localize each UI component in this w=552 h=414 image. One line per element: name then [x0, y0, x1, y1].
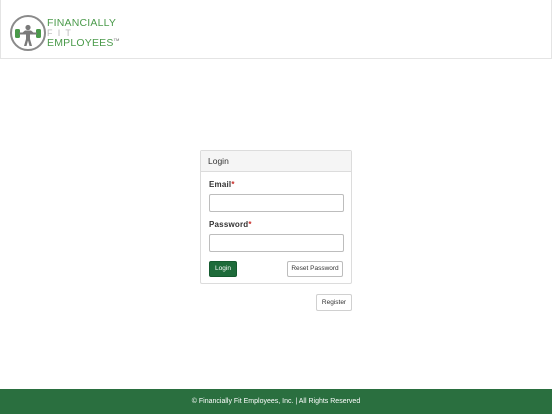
password-required-mark: *	[248, 220, 252, 229]
password-field[interactable]	[209, 234, 344, 252]
password-label: Password*	[209, 220, 343, 231]
login-panel-title: Login	[201, 151, 351, 172]
logo-wordmark: FINANCIALLY FIT EMPLOYEESTM	[47, 18, 119, 48]
login-button[interactable]: Login	[209, 261, 237, 277]
email-required-mark: *	[231, 180, 235, 189]
company-logo[interactable]: FINANCIALLY FIT EMPLOYEESTM	[9, 14, 119, 54]
site-footer: © Financially Fit Employees, Inc. | All …	[0, 389, 552, 414]
email-field[interactable]	[209, 194, 344, 212]
trademark-mark: TM	[113, 36, 120, 42]
logo-line-1: FINANCIALLY	[47, 17, 117, 29]
reset-password-button[interactable]: Reset Password	[287, 261, 343, 277]
password-label-text: Password	[209, 220, 249, 229]
site-header: FINANCIALLY FIT EMPLOYEESTM	[0, 0, 552, 59]
logo-line-3-text: EMPLOYEES	[47, 36, 114, 49]
register-button[interactable]: Register	[316, 294, 352, 311]
email-label: Email*	[209, 180, 343, 191]
form-actions: Login Reset Password	[209, 261, 343, 281]
weightlifter-icon	[10, 15, 46, 51]
login-form: Email* Password* Login Reset Password	[201, 180, 351, 281]
login-panel: Login Email* Password* Login Reset Passw…	[200, 150, 352, 284]
email-label-text: Email	[209, 180, 232, 189]
copyright-text: © Financially Fit Employees, Inc. | All …	[191, 398, 361, 405]
logo-line-3: EMPLOYEESTM	[47, 36, 120, 49]
